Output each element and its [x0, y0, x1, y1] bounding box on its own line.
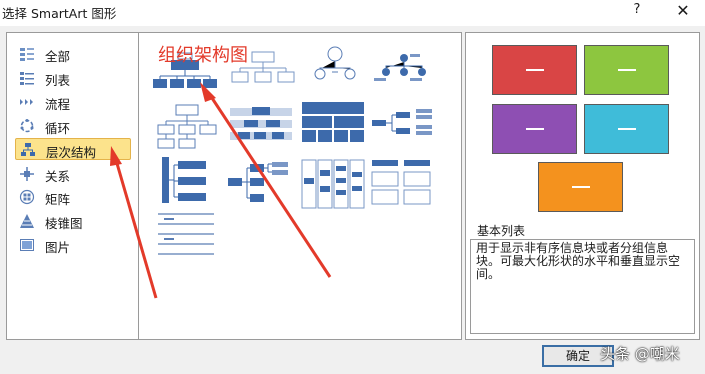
title-bar: 选择 SmartArt 图形 ? ✕ — [0, 0, 705, 26]
lined-list-thumbnail[interactable] — [156, 212, 222, 264]
placeholder-dash — [618, 69, 636, 71]
all-icon — [20, 48, 34, 61]
watermark: 头条 @嘲米 — [600, 345, 680, 363]
matrix-icon — [19, 189, 35, 205]
category-item-cycle[interactable]: 循环 — [15, 115, 131, 137]
table-hierarchy-thumbnail[interactable] — [300, 100, 366, 152]
category-label: 层次结构 — [46, 145, 97, 160]
category-label: 流程 — [45, 97, 71, 112]
hierarchy-list-thumbnail[interactable] — [160, 155, 226, 207]
layout-description-box[interactable]: 用于显示非有序信息块或者分组信息块。可最大化形状的水平和垂直显示空间。 — [470, 239, 695, 334]
preview-shape — [492, 45, 577, 95]
category-label: 关系 — [45, 169, 71, 184]
relationship-icon — [20, 167, 34, 181]
horizontal-hierarchy-thumbnail[interactable] — [370, 103, 436, 155]
category-label: 循环 — [45, 121, 71, 136]
category-label: 列表 — [45, 73, 71, 88]
category-item-matrix[interactable]: 矩阵 — [15, 186, 131, 208]
preview-shape — [538, 162, 623, 212]
preview-shape — [492, 104, 577, 154]
placeholder-dash — [618, 128, 636, 130]
cycle-icon — [20, 119, 34, 133]
category-label: 全部 — [45, 49, 71, 64]
horizontal-multi-level-thumbnail[interactable] — [226, 160, 292, 212]
category-item-pyramid[interactable]: 棱锥图 — [15, 210, 131, 232]
circle-hierarchy-thumbnail[interactable] — [302, 44, 368, 96]
category-item-hierarchy[interactable]: 层次结构 — [15, 138, 131, 160]
preview-shape — [584, 45, 669, 95]
category-label: 棱锥图 — [45, 216, 83, 231]
category-item-relationship[interactable]: 关系 — [15, 163, 131, 185]
category-item-list[interactable]: 列表 — [15, 67, 131, 89]
preview-shape — [584, 104, 669, 154]
hierarchy-thumbnail[interactable] — [228, 103, 294, 155]
category-label: 矩阵 — [45, 192, 71, 207]
category-list: 全部 列表 流程 循环 层次结构 关系 矩阵 棱锥图 图片 — [6, 32, 138, 340]
layout-name: 基本列表 — [477, 224, 526, 238]
pyramid-icon — [20, 214, 34, 228]
architecture-layout-thumbnail[interactable] — [300, 158, 366, 210]
placeholder-dash — [526, 128, 544, 130]
list-icon — [20, 72, 34, 85]
lined-list-hierarchy-thumbnail[interactable] — [370, 158, 436, 210]
process-icon — [20, 99, 33, 105]
layout-description: 用于显示非有序信息块或者分组信息块。可最大化形状的水平和垂直显示空间。 — [476, 241, 681, 281]
dialog-title: 选择 SmartArt 图形 — [2, 6, 117, 21]
annotation-label: 组织架构图 — [158, 45, 248, 66]
category-label: 图片 — [45, 240, 71, 255]
category-item-picture[interactable]: 图片 — [15, 234, 131, 256]
placeholder-dash — [572, 186, 590, 188]
help-button[interactable]: ? — [630, 2, 644, 22]
horizontal-org-chart-thumbnail[interactable] — [154, 103, 220, 155]
category-item-process[interactable]: 流程 — [15, 91, 131, 113]
placeholder-dash — [526, 69, 544, 71]
hierarchy-icon — [21, 143, 35, 156]
picture-icon — [20, 239, 34, 251]
category-item-all[interactable]: 全部 — [15, 43, 131, 65]
close-button[interactable]: ✕ — [672, 0, 694, 22]
labeled-hierarchy-thumbnail[interactable] — [370, 44, 436, 96]
